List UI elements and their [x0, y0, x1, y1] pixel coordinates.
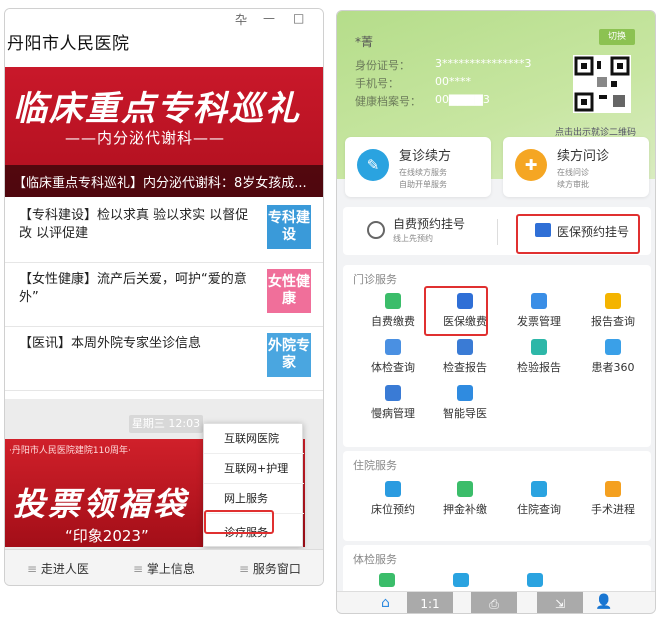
grid-label: 押金补缴 [443, 503, 487, 516]
grid-label: 床位预约 [371, 503, 415, 516]
news-thumbnail: 专科建设 [267, 205, 311, 249]
nav-item-service-window[interactable]: ≡ 服务窗口 [217, 550, 323, 585]
grid-item[interactable]: 慢病管理 [357, 385, 429, 425]
promo-subtitle: “印象2023” [65, 527, 149, 545]
menu-item-internet-nursing[interactable]: 互联网+护理 [204, 454, 304, 484]
tab-export[interactable]: ⇲ [537, 592, 583, 613]
minimize-icon[interactable]: — [263, 11, 275, 25]
nav-item-about[interactable]: ≡ 走进人医 [5, 550, 111, 585]
service-icon [605, 481, 621, 497]
feature-banner[interactable]: 临床重点专科巡礼 ——内分泌代谢科—— 【临床重点专科巡礼】内分泌代谢科：8岁女… [5, 67, 323, 197]
user-icon[interactable]: 👤 [595, 594, 612, 610]
maximize-icon[interactable]: □ [293, 11, 304, 25]
service-icon [531, 481, 547, 497]
grid-label: 报告查询 [591, 315, 635, 328]
service-icon [385, 339, 401, 355]
news-item[interactable]: 【专科建设】检以求真 验以求实 以督促改 以评促建 专科建设 [5, 199, 323, 263]
service-icon [385, 293, 401, 309]
promo-top-text: ·丹阳市人民医院建院110周年· [9, 446, 131, 456]
service-icon [531, 339, 547, 355]
grid-item[interactable]: 自费缴费 [357, 293, 429, 333]
grid-item[interactable]: 检查报告 [429, 339, 501, 379]
title-bar: 丹阳市人民医院 卆 — □ [5, 9, 323, 67]
highlight-box [204, 510, 274, 534]
grid-label: 手术进程 [591, 503, 635, 516]
grid-item[interactable]: 检验报告 [503, 339, 575, 379]
news-item[interactable]: 【医讯】本周外院专家坐诊信息 外院专家 [5, 327, 323, 391]
timestamp: 星期三 12:03 [129, 415, 203, 433]
service-icon [385, 481, 401, 497]
nav-item-info[interactable]: ≡ 掌上信息 [111, 550, 217, 585]
menu-icon: ≡ [27, 562, 41, 576]
grid-label: 慢病管理 [371, 407, 415, 420]
service-icon [457, 385, 473, 401]
grid-label: 检验报告 [517, 361, 561, 374]
home-icon[interactable]: ⌂ [381, 596, 397, 610]
service-icon [531, 293, 547, 309]
news-text: 【医讯】本周外院专家坐诊信息 [19, 336, 202, 351]
nav-label: 服务窗口 [252, 562, 301, 576]
printer-icon: ⎙ [489, 597, 499, 611]
grid-label: 体检查询 [371, 361, 415, 374]
grid-item[interactable]: 押金补缴 [429, 481, 501, 521]
grid-item[interactable]: 患者360 [577, 339, 649, 379]
news-text: 【专科建设】检以求真 验以求实 以督促改 以评促建 [19, 208, 249, 241]
tab-printer[interactable]: ⎙ [471, 592, 517, 613]
menu-icon: ≡ [133, 562, 147, 576]
service-icon [457, 339, 473, 355]
highlight-box [516, 214, 640, 254]
nav-label: 走进人医 [40, 562, 89, 576]
pin-icon[interactable]: 卆 [235, 11, 247, 28]
news-item[interactable]: 【女性健康】流产后关爱，呵护“爱的意外” 女性健康 [5, 263, 323, 327]
left-app-window: 丹阳市人民医院 卆 — □ 临床重点专科巡礼 ——内分泌代谢科—— 【临床重点专… [4, 8, 324, 586]
grid-label: 检查报告 [443, 361, 487, 374]
grid-label: 住院查询 [517, 503, 561, 516]
news-text: 【女性健康】流产后关爱，呵护“爱的意外” [19, 272, 247, 305]
tab-ratio[interactable]: 1:1 [407, 592, 453, 613]
service-icon [605, 339, 621, 355]
highlight-box [424, 286, 488, 336]
service-icon [457, 481, 473, 497]
grid-label: 智能导医 [443, 407, 487, 420]
window-title: 丹阳市人民医院 [7, 34, 130, 54]
grid-label: 发票管理 [517, 315, 561, 328]
promo-title: 投票领福袋 [13, 485, 189, 523]
news-thumbnail: 外院专家 [267, 333, 311, 377]
grid-label: 患者360 [591, 361, 635, 374]
service-icon [385, 385, 401, 401]
grid-item[interactable]: 体检查询 [357, 339, 429, 379]
right-app-window: 切换 *菁 身份证号： 3***************3 手机号： 00***… [336, 10, 656, 614]
grid-label: 自费缴费 [371, 315, 415, 328]
banner-subtitle: ——内分泌代谢科—— [65, 129, 226, 147]
menu-item-internet-hospital[interactable]: 互联网医院 [204, 424, 304, 454]
service-icon [605, 293, 621, 309]
export-icon: ⇲ [554, 597, 566, 611]
banner-caption: 【临床重点专科巡礼】内分泌代谢科：8岁女孩成... [5, 165, 323, 197]
news-thumbnail: 女性健康 [267, 269, 311, 313]
grid-item[interactable]: 床位预约 [357, 481, 429, 521]
grid-item[interactable]: 手术进程 [577, 481, 649, 521]
grid-item[interactable]: 智能导医 [429, 385, 501, 425]
grid-item[interactable]: 报告查询 [577, 293, 649, 333]
grid-item[interactable]: 住院查询 [503, 481, 575, 521]
grid-item[interactable]: 发票管理 [503, 293, 575, 333]
menu-icon: ≡ [239, 562, 253, 576]
service-grid: 自费缴费 医保缴费 发票管理 报告查询 体检查询 检查报告 检验报告 患者360 慢病管理 智能导… [337, 11, 655, 591]
banner-title: 临床重点专科巡礼 [13, 89, 301, 129]
taskbar: ⌂ 1:1 ⎙ ⇲ 👤 [337, 591, 655, 613]
nav-label: 掌上信息 [146, 562, 195, 576]
bottom-nav: ≡ 走进人医 ≡ 掌上信息 ≡ 服务窗口 [5, 549, 323, 585]
